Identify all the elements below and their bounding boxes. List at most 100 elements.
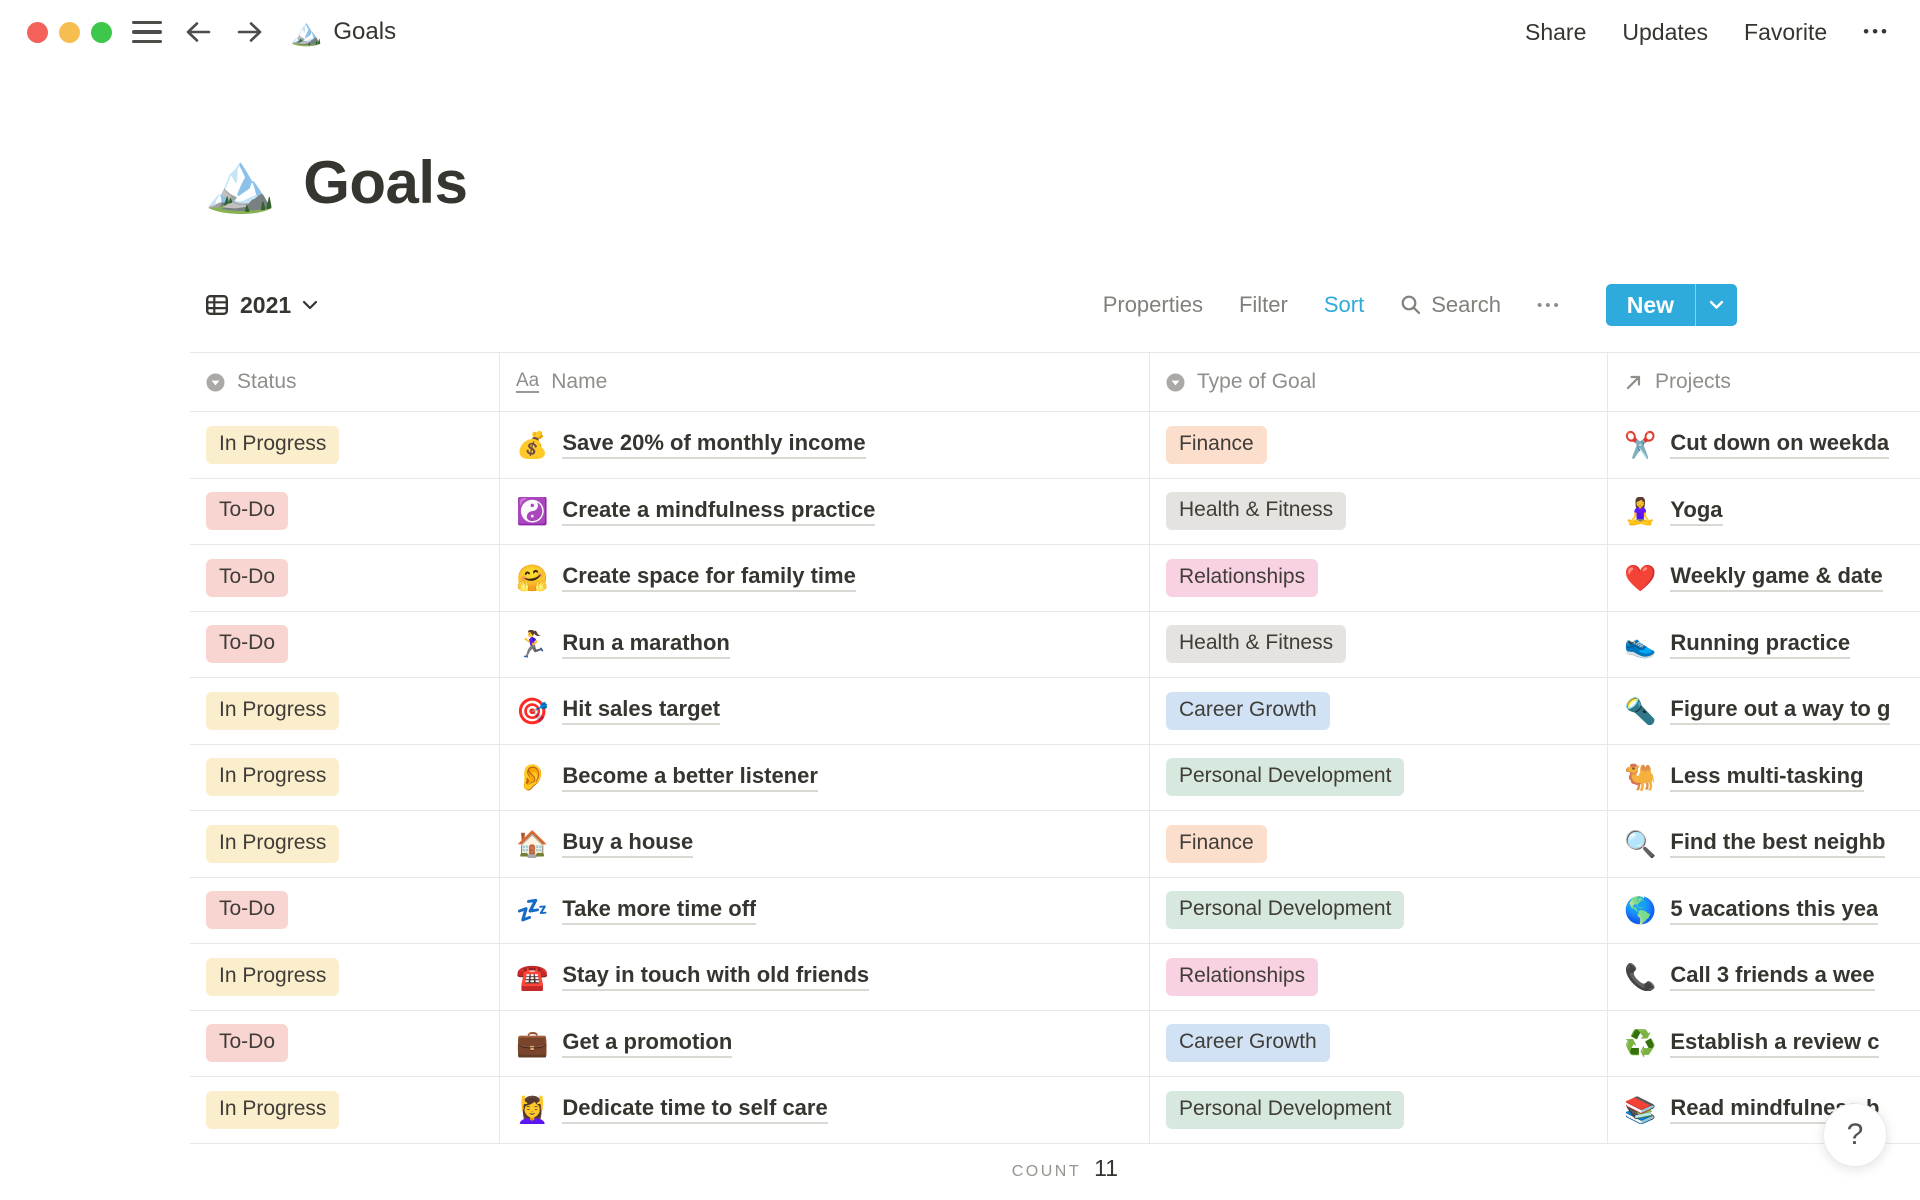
search-label: Search [1431,292,1501,317]
project-link[interactable]: 🧘‍♀️ Yoga [1624,497,1723,526]
updates-button[interactable]: Updates [1622,19,1708,46]
back-button[interactable] [182,19,214,45]
close-window-button[interactable] [27,21,48,43]
new-dropdown-button[interactable] [1696,284,1737,326]
type-of-goal-cell[interactable]: Finance [1150,811,1608,877]
projects-cell[interactable]: ❤️ Weekly game & date [1608,545,1920,611]
relation-property-icon [1626,375,1641,389]
status-cell[interactable]: To-Do [190,478,500,544]
new-button[interactable]: New [1606,284,1695,326]
column-header-projects[interactable]: Projects [1608,353,1920,411]
name-cell[interactable]: 💼 Get a promotion [500,1010,1150,1076]
table-row: In Progress 🎯 Hit sales target Career Gr… [190,678,1920,745]
status-cell[interactable]: To-Do [190,1010,500,1076]
goal-link[interactable]: 👂 Become a better listener [516,763,818,792]
goal-link[interactable]: ☎️ Stay in touch with old friends [516,962,870,992]
name-cell[interactable]: 💰 Save 20% of monthly income [500,412,1150,478]
goal-link[interactable]: 💼 Get a promotion [516,1029,733,1058]
status-cell[interactable]: In Progress [190,678,500,744]
projects-cell[interactable]: 🧘‍♀️ Yoga [1608,479,1920,545]
type-badge: Personal Development [1166,758,1405,797]
goal-link[interactable]: 🏠 Buy a house [516,829,694,859]
name-cell[interactable]: ☎️ Stay in touch with old friends [500,944,1150,1010]
type-of-goal-cell[interactable]: Health & Fitness [1150,478,1608,544]
view-tab-2021[interactable]: 2021 [190,292,318,319]
type-of-goal-cell[interactable]: Relationships [1150,545,1608,611]
goal-link[interactable]: 🎯 Hit sales target [516,696,721,726]
status-cell[interactable]: To-Do [190,611,500,677]
sort-button[interactable]: Sort [1324,292,1364,318]
type-of-goal-cell[interactable]: Health & Fitness [1150,611,1608,677]
search-button[interactable]: Search [1400,292,1501,318]
view-options-icon[interactable]: ••• [1537,297,1562,314]
project-link[interactable]: 👟 Running practice [1624,630,1851,659]
name-cell[interactable]: 🏠 Buy a house [500,811,1150,877]
status-cell[interactable]: In Progress [190,811,500,877]
sidebar-menu-icon[interactable] [132,21,162,43]
more-menu-icon[interactable]: ••• [1863,22,1890,42]
properties-button[interactable]: Properties [1103,292,1203,318]
goal-link[interactable]: 💤 Take more time off [516,896,757,925]
zoom-window-button[interactable] [91,21,112,43]
project-link[interactable]: 🔍 Find the best neighb [1624,829,1886,859]
status-cell[interactable]: To-Do [190,545,500,611]
type-of-goal-cell[interactable]: Career Growth [1150,678,1608,744]
project-link[interactable]: 📞 Call 3 friends a wee [1624,962,1875,992]
filter-button[interactable]: Filter [1239,292,1288,318]
select-property-icon [1166,373,1185,391]
goal-link[interactable]: 🏃‍♀️ Run a marathon [516,630,730,659]
name-cell[interactable]: 🏃‍♀️ Run a marathon [500,611,1150,677]
type-of-goal-cell[interactable]: Personal Development [1150,877,1608,943]
goal-link[interactable]: 🤗 Create space for family time [516,563,856,593]
goal-emoji-icon: 🤗 [516,563,549,593]
column-header-name[interactable]: Aa Name [500,353,1150,411]
help-button[interactable]: ? [1823,1103,1887,1167]
count-calculation[interactable]: COUNT 11 [190,1155,1150,1182]
goal-link[interactable]: ☯️ Create a mindfulness practice [516,497,876,526]
name-cell[interactable]: 💤 Take more time off [500,877,1150,943]
projects-cell[interactable]: 🔦 Figure out a way to g [1608,678,1920,744]
column-header-status[interactable]: Status [190,353,500,411]
forward-button[interactable] [234,19,266,45]
type-of-goal-cell[interactable]: Career Growth [1150,1010,1608,1076]
goal-link[interactable]: 💆‍♀️ Dedicate time to self care [516,1095,828,1125]
project-link[interactable]: 🐫 Less multi-tasking [1624,763,1864,792]
goal-link[interactable]: 💰 Save 20% of monthly income [516,430,866,460]
status-cell[interactable]: In Progress [190,1077,500,1143]
name-cell[interactable]: 💆‍♀️ Dedicate time to self care [500,1077,1150,1143]
table-view-icon [206,295,229,316]
status-badge: To-Do [206,891,289,930]
type-badge: Personal Development [1166,891,1405,930]
projects-cell[interactable]: 👟 Running practice [1608,612,1920,678]
status-cell[interactable]: In Progress [190,944,500,1010]
project-link[interactable]: 🌎 5 vacations this yea [1624,896,1879,925]
projects-cell[interactable]: 📞 Call 3 friends a wee [1608,944,1920,1010]
name-cell[interactable]: 👂 Become a better listener [500,744,1150,810]
status-cell[interactable]: To-Do [190,877,500,943]
favorite-button[interactable]: Favorite [1744,19,1827,46]
projects-cell[interactable]: 🔍 Find the best neighb [1608,811,1920,877]
breadcrumb[interactable]: 🏔️ Goals [290,18,396,46]
name-cell[interactable]: 🎯 Hit sales target [500,678,1150,744]
project-link[interactable]: ♻️ Establish a review c [1624,1029,1880,1058]
page-icon-mountain[interactable]: 🏔️ [204,153,276,212]
projects-cell[interactable]: 🌎 5 vacations this yea [1608,878,1920,944]
type-of-goal-cell[interactable]: Personal Development [1150,744,1608,810]
name-cell[interactable]: ☯️ Create a mindfulness practice [500,478,1150,544]
minimize-window-button[interactable] [59,21,80,43]
project-link[interactable]: 🔦 Figure out a way to g [1624,696,1891,726]
type-of-goal-cell[interactable]: Finance [1150,412,1608,478]
column-header-type-of-goal[interactable]: Type of Goal [1150,353,1608,411]
projects-cell[interactable]: ✂️ Cut down on weekda [1608,412,1920,478]
name-cell[interactable]: 🤗 Create space for family time [500,545,1150,611]
project-link[interactable]: ✂️ Cut down on weekda [1624,430,1890,460]
status-cell[interactable]: In Progress [190,744,500,810]
projects-cell[interactable]: ♻️ Establish a review c [1608,1011,1920,1077]
page-title[interactable]: Goals [303,148,468,217]
project-link[interactable]: ❤️ Weekly game & date [1624,563,1883,593]
type-of-goal-cell[interactable]: Personal Development [1150,1077,1608,1143]
status-cell[interactable]: In Progress [190,412,500,478]
type-of-goal-cell[interactable]: Relationships [1150,944,1608,1010]
share-button[interactable]: Share [1525,19,1586,46]
projects-cell[interactable]: 🐫 Less multi-tasking [1608,745,1920,811]
